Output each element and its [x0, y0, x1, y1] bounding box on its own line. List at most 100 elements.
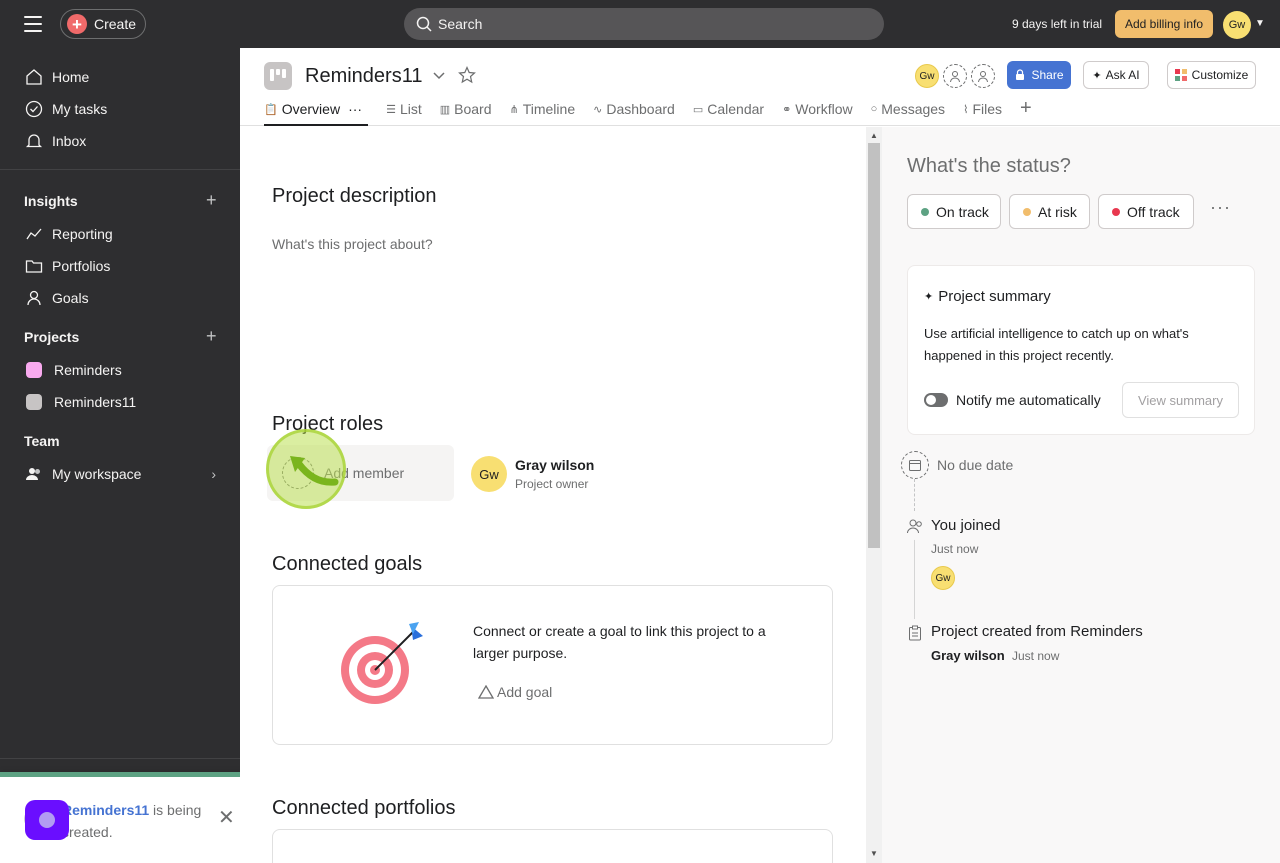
- triangle-icon: [478, 685, 494, 699]
- due-date-text[interactable]: No due date: [937, 457, 1013, 473]
- sidebar: Home My tasks Inbox Insights + Reporting…: [0, 48, 240, 863]
- more-options-icon[interactable]: ···: [348, 101, 362, 117]
- search-bar[interactable]: Search: [404, 8, 884, 40]
- ask-ai-button[interactable]: ✦ Ask AI: [1083, 61, 1149, 89]
- notify-label: Notify me automatically: [956, 392, 1101, 408]
- sidebar-item-my-workspace[interactable]: My workspace ›: [0, 460, 240, 488]
- scrollbar-thumb[interactable]: [868, 143, 880, 548]
- red-dot-icon: [1112, 207, 1120, 216]
- main-scrollbar[interactable]: ▲ ▼: [866, 127, 882, 863]
- sidebar-item-inbox[interactable]: Inbox: [0, 127, 240, 155]
- more-options-icon[interactable]: ···: [1210, 197, 1231, 218]
- home-icon: [24, 67, 44, 87]
- toast-message: Reminders11 is being created.: [62, 799, 212, 843]
- sidebar-item-my-tasks[interactable]: My tasks: [0, 95, 240, 123]
- connected-goals-card: Connect or create a goal to link this pr…: [272, 585, 833, 745]
- toast-project-link[interactable]: Reminders11: [62, 802, 149, 818]
- help-assistant-icon[interactable]: [25, 800, 69, 840]
- sidebar-item-label: Home: [52, 69, 90, 85]
- tab-files[interactable]: ⌇ Files: [963, 101, 1002, 126]
- sidebar-item-label: Goals: [52, 290, 89, 306]
- calendar-icon: ▭: [692, 104, 704, 116]
- activity-avatar[interactable]: Gw: [931, 566, 955, 590]
- star-icon[interactable]: [458, 66, 476, 89]
- status-panel: What's the status? On track At risk Off …: [882, 127, 1280, 863]
- hamburger-menu-icon[interactable]: [24, 16, 42, 32]
- tab-calendar[interactable]: ▭ Calendar: [693, 101, 764, 126]
- scroll-up-arrow-icon[interactable]: ▲: [870, 131, 878, 140]
- chevron-down-icon[interactable]: ▼: [1255, 18, 1265, 29]
- summary-description: Use artificial intelligence to catch up …: [924, 326, 1189, 363]
- close-icon[interactable]: ✕: [218, 805, 235, 830]
- list-icon: ☰: [386, 104, 396, 116]
- tab-workflow[interactable]: ⚭ Workflow: [782, 101, 853, 126]
- share-label: Share: [1031, 68, 1064, 82]
- share-button[interactable]: Share: [1007, 61, 1071, 89]
- tab-label: Dashboard: [606, 101, 675, 117]
- create-label: Create: [94, 16, 137, 32]
- tab-list[interactable]: ☰ List: [386, 101, 422, 126]
- tab-overview[interactable]: 📋 Overview ···: [264, 101, 369, 126]
- project-title[interactable]: Reminders11: [305, 65, 422, 88]
- add-goal-label: Add goal: [497, 684, 553, 700]
- tab-label: Overview: [281, 101, 341, 117]
- project-board-icon[interactable]: [264, 62, 292, 90]
- chevron-down-icon[interactable]: [432, 68, 446, 87]
- bell-icon: [24, 131, 44, 151]
- activity-author[interactable]: Gray wilson: [931, 648, 1005, 663]
- notify-toggle[interactable]: [924, 393, 948, 407]
- project-header: Reminders11 Gw Share ✦ Ask AI Customize …: [240, 48, 1280, 126]
- sidebar-item-project-reminders[interactable]: Reminders: [0, 356, 240, 384]
- plus-icon: +: [67, 14, 87, 34]
- project-summary-card: ✦ Project summary Use artificial intelli…: [907, 265, 1255, 435]
- customize-label: Customize: [1191, 68, 1249, 82]
- add-insight-plus-icon[interactable]: +: [206, 191, 217, 209]
- scroll-down-arrow-icon[interactable]: ▼: [870, 849, 878, 858]
- tab-dashboard[interactable]: ∿ Dashboard: [593, 101, 675, 126]
- target-icon: [341, 622, 423, 704]
- create-button[interactable]: + Create: [60, 9, 146, 39]
- tab-board[interactable]: ▥ Board: [440, 101, 492, 126]
- owner-name[interactable]: Gray wilson: [515, 457, 594, 473]
- view-summary-button[interactable]: View summary: [1122, 382, 1239, 418]
- sidebar-item-goals[interactable]: Goals: [0, 284, 240, 312]
- connected-portfolios-card: [272, 829, 833, 863]
- add-member-avatar-icon[interactable]: [971, 64, 995, 88]
- add-project-plus-icon[interactable]: +: [206, 327, 217, 345]
- sidebar-item-project-reminders11[interactable]: Reminders11: [0, 388, 240, 416]
- activity-title: You joined: [931, 517, 1001, 534]
- sidebar-item-label: Reporting: [52, 226, 113, 242]
- team-heading[interactable]: Team: [24, 433, 60, 449]
- message-icon: ○: [870, 103, 878, 115]
- activity-time: Just now: [931, 542, 979, 556]
- search-placeholder: Search: [438, 16, 483, 32]
- projects-heading[interactable]: Projects: [24, 329, 79, 345]
- owner-avatar[interactable]: Gw: [471, 456, 507, 492]
- add-member-avatar-icon[interactable]: [943, 64, 967, 88]
- sidebar-item-portfolios[interactable]: Portfolios: [0, 252, 240, 280]
- sidebar-item-reporting[interactable]: Reporting: [0, 220, 240, 248]
- add-tab-plus-icon[interactable]: +: [1020, 97, 1032, 126]
- lock-icon: [1016, 69, 1025, 80]
- insights-heading[interactable]: Insights: [24, 193, 78, 209]
- sidebar-item-home[interactable]: Home: [0, 63, 240, 91]
- timeline-connector: [914, 479, 915, 511]
- status-at-risk-button[interactable]: At risk: [1009, 194, 1090, 229]
- customize-button[interactable]: Customize: [1167, 61, 1256, 89]
- member-avatar[interactable]: Gw: [915, 64, 939, 88]
- user-avatar[interactable]: Gw: [1223, 11, 1251, 39]
- tab-messages[interactable]: ○ Messages: [871, 101, 945, 126]
- timeline-icon: ⋔: [509, 104, 519, 116]
- workflow-icon: ⚭: [782, 104, 792, 116]
- tab-timeline[interactable]: ⋔ Timeline: [510, 101, 576, 126]
- add-goal-button[interactable]: Add goal: [478, 684, 552, 700]
- tab-label: Messages: [881, 101, 946, 117]
- status-on-track-button[interactable]: On track: [907, 194, 1001, 229]
- project-description-input[interactable]: What's this project about?: [272, 236, 433, 252]
- status-off-track-button[interactable]: Off track: [1098, 194, 1194, 229]
- calendar-icon[interactable]: [901, 451, 929, 479]
- add-billing-info-button[interactable]: Add billing info: [1115, 10, 1213, 38]
- connected-portfolios-heading: Connected portfolios: [272, 797, 456, 819]
- green-dot-icon: [921, 207, 929, 216]
- line-chart-icon: [24, 224, 44, 244]
